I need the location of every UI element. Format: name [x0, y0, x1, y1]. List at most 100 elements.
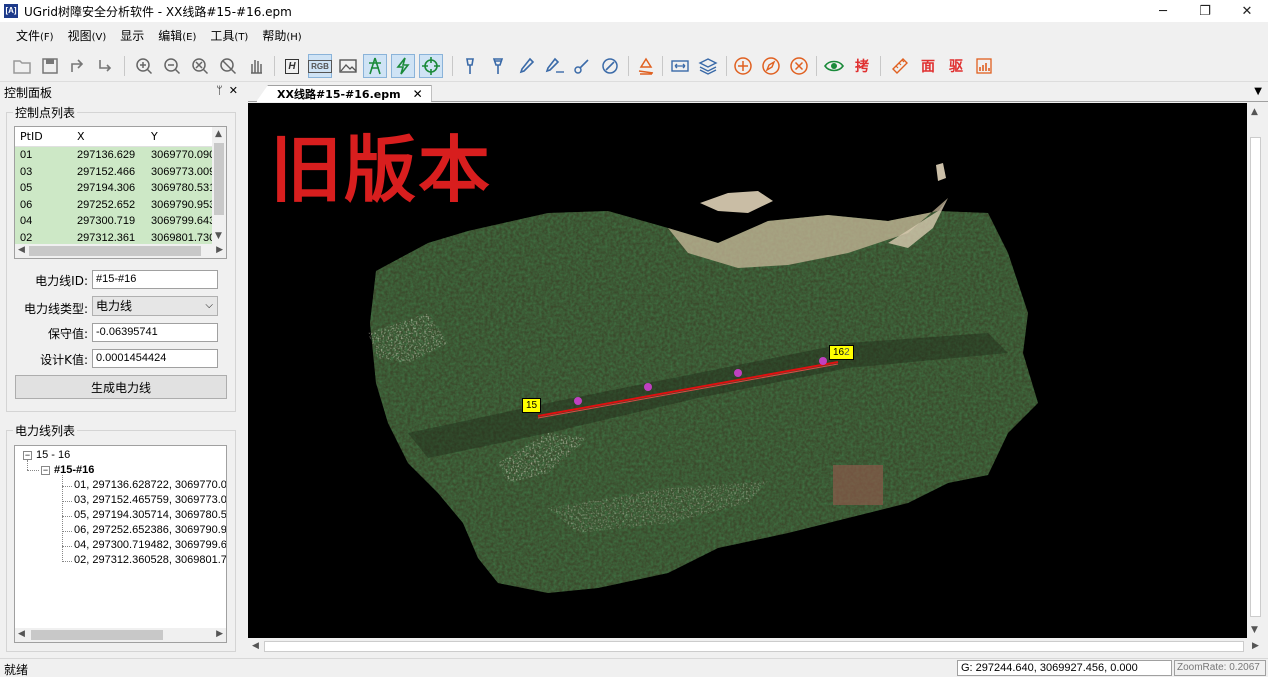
- tree-horizontal-scrollbar[interactable]: ◀ ▶: [15, 628, 226, 642]
- tool-2-button[interactable]: [486, 54, 510, 78]
- scroll-right-icon[interactable]: ▶: [216, 629, 223, 639]
- power-line-tree[interactable]: −15 - 16 − #15-#16 01, 297136.628722, 306…: [14, 445, 227, 643]
- tool-1-button[interactable]: [458, 54, 482, 78]
- k-value-input[interactable]: 0.0001454424: [92, 349, 218, 368]
- menu-help[interactable]: 帮助(H): [262, 27, 301, 44]
- rgb-mode-button[interactable]: RGB: [308, 54, 332, 78]
- guard-value-input[interactable]: -0.06395741: [92, 323, 218, 342]
- viewport-vertical-scrollbar[interactable]: ▲ ▼: [1247, 103, 1264, 638]
- viewport-horizontal-scrollbar[interactable]: ◀ ▶: [248, 638, 1264, 655]
- tree-leaf-point[interactable]: 04, 297300.719482, 3069799.643: [74, 539, 226, 551]
- menu-edit[interactable]: 编辑(E): [158, 27, 196, 44]
- scroll-thumb[interactable]: [214, 143, 224, 215]
- edit-circle-button[interactable]: [759, 54, 783, 78]
- pin-icon[interactable]: ᛘ: [216, 84, 223, 97]
- ruler-button[interactable]: [888, 54, 912, 78]
- tab-close-icon[interactable]: ✕: [413, 87, 423, 101]
- add-circle-button[interactable]: [731, 54, 755, 78]
- tower-marker[interactable]: [574, 397, 582, 405]
- redo-button[interactable]: [66, 54, 90, 78]
- tool-6-button[interactable]: [598, 54, 622, 78]
- save-button[interactable]: [38, 54, 62, 78]
- scroll-thumb[interactable]: [1250, 137, 1261, 617]
- maximize-button[interactable]: ❐: [1184, 0, 1226, 22]
- scroll-thumb[interactable]: [264, 641, 1244, 652]
- minimize-button[interactable]: ─: [1142, 0, 1184, 22]
- line-type-select[interactable]: 电力线 ⌵: [92, 296, 218, 316]
- scroll-thumb[interactable]: [29, 246, 201, 256]
- tree-leaf-point[interactable]: 03, 297152.465759, 3069773.0090: [74, 494, 226, 506]
- area-button[interactable]: 面: [916, 54, 940, 78]
- view-eye-button[interactable]: [822, 54, 846, 78]
- scroll-right-icon[interactable]: ▶: [1252, 641, 1259, 651]
- target-button[interactable]: [419, 54, 443, 78]
- export-button[interactable]: [94, 54, 118, 78]
- scroll-left-icon[interactable]: ◀: [252, 641, 259, 651]
- tab-list-dropdown[interactable]: ▼: [1254, 86, 1262, 97]
- menu-file[interactable]: 文件(F): [16, 27, 54, 44]
- close-window-button[interactable]: ✕: [1226, 0, 1268, 22]
- control-points-table[interactable]: PtID X Y 01 297136.629 3069770.090 03 29715…: [14, 126, 227, 259]
- table-row[interactable]: 06 297252.652 3069790.953: [15, 196, 226, 213]
- scroll-down-icon[interactable]: ▼: [1251, 625, 1258, 635]
- table-horizontal-scrollbar[interactable]: ◀ ▶: [15, 244, 226, 258]
- column-y[interactable]: Y: [146, 130, 214, 143]
- tree-node-root[interactable]: −15 - 16: [23, 449, 70, 461]
- tree-leaf-point[interactable]: 06, 297252.652386, 3069790.9530: [74, 524, 226, 536]
- zoom-reset-button[interactable]: [216, 54, 240, 78]
- column-ptid[interactable]: PtID: [15, 130, 72, 143]
- panel-close-icon[interactable]: ✕: [229, 84, 238, 97]
- menu-view[interactable]: 视图(V): [68, 27, 107, 44]
- scroll-left-icon[interactable]: ◀: [18, 245, 25, 255]
- collapse-icon[interactable]: −: [41, 465, 50, 475]
- tree-leaf-point[interactable]: 01, 297136.628722, 3069770.090: [74, 479, 226, 491]
- scroll-up-icon[interactable]: ▲: [1251, 107, 1258, 117]
- scroll-thumb[interactable]: [31, 630, 163, 640]
- tool-3-button[interactable]: [514, 54, 538, 78]
- line-id-input[interactable]: #15-#16: [92, 270, 218, 289]
- tower-label-start[interactable]: 15: [522, 398, 542, 413]
- column-x[interactable]: X: [72, 130, 146, 143]
- point-cloud-viewport[interactable]: 旧版本 15 162: [248, 103, 1247, 638]
- table-row[interactable]: 01 297136.629 3069770.090: [15, 147, 226, 164]
- tower-marker[interactable]: [734, 369, 742, 377]
- open-button[interactable]: [10, 54, 34, 78]
- drive-button[interactable]: 驱: [944, 54, 968, 78]
- pan-button[interactable]: [244, 54, 268, 78]
- tower-marker[interactable]: [819, 357, 827, 365]
- power-line-segment[interactable]: [537, 361, 839, 417]
- scroll-down-icon[interactable]: ▼: [215, 231, 222, 241]
- table-row[interactable]: 04 297300.719 3069799.643: [15, 213, 226, 230]
- table-row[interactable]: 03 297152.466 3069773.009: [15, 163, 226, 180]
- table-row[interactable]: 05 297194.306 3069780.531: [15, 180, 226, 197]
- tool-5-button[interactable]: [570, 54, 594, 78]
- generate-power-line-button[interactable]: 生成电力线: [15, 375, 227, 399]
- menu-display[interactable]: 显示: [120, 27, 144, 44]
- tree-cut-button[interactable]: [634, 54, 658, 78]
- lightning-button[interactable]: [391, 54, 415, 78]
- scroll-up-icon[interactable]: ▲: [215, 129, 222, 139]
- copy-button[interactable]: 拷: [850, 54, 874, 78]
- menu-tools[interactable]: 工具(T): [210, 27, 248, 44]
- collapse-icon[interactable]: −: [23, 450, 32, 460]
- layers-button[interactable]: [696, 54, 720, 78]
- table-vertical-scrollbar[interactable]: ▲ ▼: [212, 127, 226, 245]
- remove-circle-button[interactable]: [787, 54, 811, 78]
- chart-button[interactable]: [972, 54, 996, 78]
- tree-leaf-point[interactable]: 02, 297312.360528, 3069801.7300: [74, 554, 226, 566]
- tree-leaf-point[interactable]: 05, 297194.305714, 3069780.531: [74, 509, 226, 521]
- tower-marker[interactable]: [644, 383, 652, 391]
- measure-width-button[interactable]: [668, 54, 692, 78]
- tool-4-button[interactable]: [542, 54, 566, 78]
- scroll-right-icon[interactable]: ▶: [216, 245, 223, 255]
- tower-label-end[interactable]: 162: [829, 345, 854, 360]
- tree-node-line[interactable]: − #15-#16: [41, 464, 94, 476]
- zoom-in-button[interactable]: [132, 54, 156, 78]
- scroll-left-icon[interactable]: ◀: [18, 629, 25, 639]
- zoom-fit-button[interactable]: [188, 54, 212, 78]
- document-tab[interactable]: XX线路#15-#16.epm ✕: [256, 85, 432, 102]
- zoom-out-button[interactable]: [160, 54, 184, 78]
- height-mode-button[interactable]: H: [280, 54, 304, 78]
- image-mode-button[interactable]: [336, 54, 360, 78]
- tower-button[interactable]: [363, 54, 387, 78]
